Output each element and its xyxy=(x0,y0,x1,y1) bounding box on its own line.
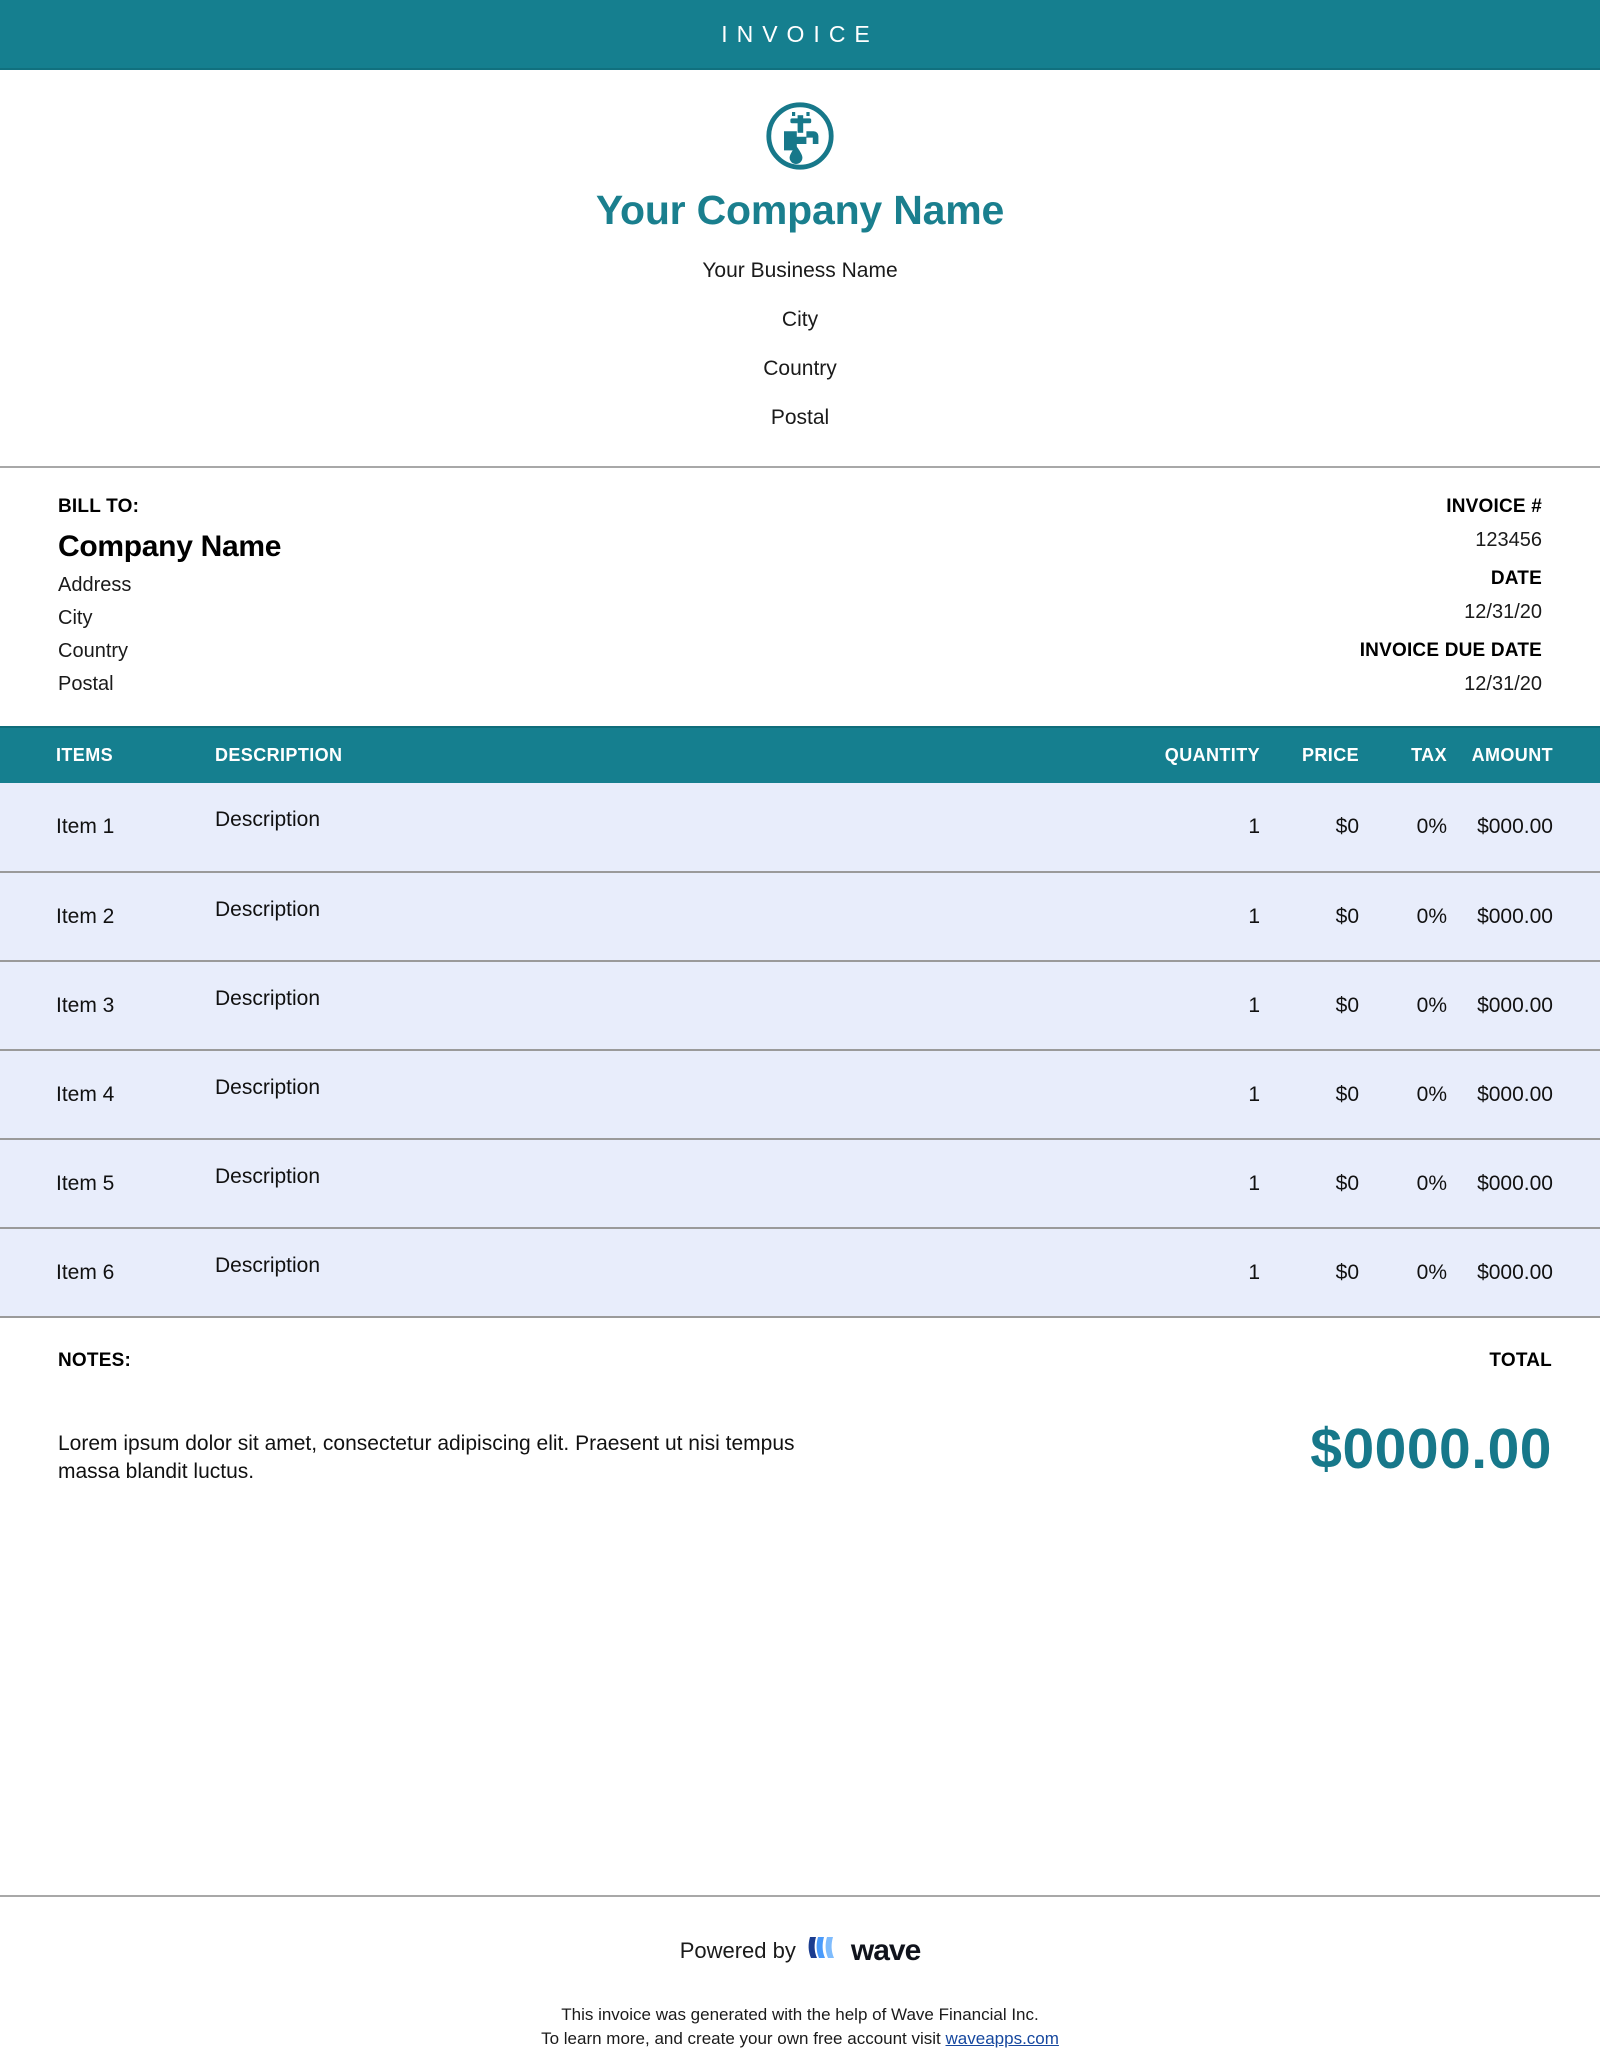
footer-legal-text: This invoice was generated with the help… xyxy=(0,2003,1600,2070)
page-title: INVOICE xyxy=(721,20,879,47)
wave-logo-icon xyxy=(807,1933,843,1969)
column-header-amount: AMOUNT xyxy=(1455,726,1600,783)
wave-logo: wave xyxy=(807,1933,921,1969)
item-amount-cell: $000.00 xyxy=(1477,993,1553,1017)
item-quantity-cell: 1 xyxy=(1248,993,1260,1017)
column-header-items: ITEMS xyxy=(0,726,200,783)
item-description-cell: Description xyxy=(215,1164,321,1188)
item-name-cell: Item 6 xyxy=(56,1260,115,1284)
bill-to-label: BILL TO: xyxy=(58,496,140,517)
faucet-in-circle-icon xyxy=(760,96,840,181)
notes-body: Lorem ipsum dolor sit amet, consectetur … xyxy=(58,1432,795,1484)
column-header-price: PRICE xyxy=(1260,726,1365,783)
total-block: TOTAL $0000.00 xyxy=(1310,1350,1552,1487)
invoice-items-table: ITEMS DESCRIPTION QUANTITY PRICE TAX AMO… xyxy=(0,726,1600,1318)
table-row: Item 3 Description 1 $0 0% $000.00 xyxy=(0,961,1600,1050)
item-quantity-cell: 1 xyxy=(1248,904,1260,928)
table-row: Item 4 Description 1 $0 0% $000.00 xyxy=(0,1050,1600,1139)
item-tax-cell: 0% xyxy=(1416,1260,1447,1284)
company-header: Your Company Name Your Business Name Cit… xyxy=(0,70,1600,468)
wave-wordmark: wave xyxy=(850,1933,921,1967)
invoice-date-label: DATE xyxy=(1490,568,1542,589)
invoice-number-label: INVOICE # xyxy=(1446,496,1542,517)
item-price-cell: $0 xyxy=(1335,1260,1359,1284)
notes-block: NOTES: Lorem ipsum dolor sit amet, conse… xyxy=(58,1350,818,1487)
item-amount-cell: $000.00 xyxy=(1477,1171,1553,1195)
bill-to-address: Address xyxy=(58,574,132,596)
notes-and-total: NOTES: Lorem ipsum dolor sit amet, conse… xyxy=(0,1318,1600,1487)
item-tax-cell: 0% xyxy=(1416,815,1447,838)
logo-wrap xyxy=(0,96,1600,181)
item-amount-cell: $000.00 xyxy=(1477,1082,1553,1106)
bill-to-postal: Postal xyxy=(58,673,114,695)
bill-to-and-invoice-meta: BILL TO: Company Name Address City Count… xyxy=(0,468,1600,696)
bill-to-block: BILL TO: Company Name Address City Count… xyxy=(58,496,281,696)
bill-to-city: City xyxy=(58,607,93,629)
item-quantity-cell: 1 xyxy=(1248,1171,1260,1195)
item-description-cell: Description xyxy=(215,986,321,1010)
item-price-cell: $0 xyxy=(1335,1171,1359,1195)
powered-by-label: Powered by xyxy=(679,1937,796,1963)
invoice-number-value: 123456 xyxy=(1475,529,1542,551)
item-tax-cell: 0% xyxy=(1416,1171,1447,1195)
waveapps-link[interactable]: waveapps.com xyxy=(946,2029,1059,2048)
column-header-tax: TAX xyxy=(1365,726,1455,783)
item-tax-cell: 0% xyxy=(1416,993,1447,1017)
company-business-name: Your Business Name xyxy=(702,259,898,282)
invoice-due-date-value: 12/31/20 xyxy=(1464,673,1542,695)
item-tax-cell: 0% xyxy=(1416,904,1447,928)
item-description-cell: Description xyxy=(215,1253,321,1277)
bill-to-country: Country xyxy=(58,640,129,662)
footer-legal-line-2: To learn more, and create your own free … xyxy=(0,2027,1600,2052)
item-price-cell: $0 xyxy=(1335,1082,1359,1106)
item-amount-cell: $000.00 xyxy=(1477,815,1553,838)
total-amount: $0000.00 xyxy=(1310,1417,1552,1481)
item-name-cell: Item 1 xyxy=(56,815,115,838)
invoice-meta-block: INVOICE # 123456 DATE 12/31/20 INVOICE D… xyxy=(1360,496,1542,696)
items-table-body: Item 1 Description 1 $0 0% $000.00 Item 2 Descr… xyxy=(0,783,1600,1317)
item-description-cell: Description xyxy=(215,1075,321,1099)
company-city: City xyxy=(781,308,819,331)
invoice-due-date-label: INVOICE DUE DATE xyxy=(1359,640,1542,661)
footer-legal-line-1: This invoice was generated with the help… xyxy=(561,2004,1039,2024)
total-label: TOTAL xyxy=(1489,1350,1552,1371)
item-tax-cell: 0% xyxy=(1416,1082,1447,1106)
item-price-cell: $0 xyxy=(1335,904,1359,928)
company-country: Country xyxy=(763,357,837,380)
powered-by-row: Powered by wave xyxy=(0,1933,1600,1969)
bill-to-company-name: Company Name xyxy=(58,530,282,563)
item-price-cell: $0 xyxy=(1335,815,1359,838)
column-header-quantity: QUANTITY xyxy=(1125,726,1260,783)
item-price-cell: $0 xyxy=(1335,993,1359,1017)
notes-label: NOTES: xyxy=(58,1350,131,1371)
table-row: Item 1 Description 1 $0 0% $000.00 xyxy=(0,783,1600,872)
item-name-cell: Item 3 xyxy=(56,993,115,1017)
items-table-header-row: ITEMS DESCRIPTION QUANTITY PRICE TAX AMO… xyxy=(0,726,1600,783)
table-row: Item 2 Description 1 $0 0% $000.00 xyxy=(0,872,1600,961)
column-header-description: DESCRIPTION xyxy=(200,726,1125,783)
footer-legal-line-2-prefix: To learn more, and create your own free … xyxy=(541,2029,946,2049)
item-name-cell: Item 5 xyxy=(56,1171,115,1195)
table-row: Item 6 Description 1 $0 0% $000.00 xyxy=(0,1228,1600,1317)
company-postal: Postal xyxy=(770,406,830,429)
item-name-cell: Item 2 xyxy=(56,904,115,928)
company-name: Your Company Name xyxy=(595,187,1005,233)
table-row: Item 5 Description 1 $0 0% $000.00 xyxy=(0,1139,1600,1228)
item-description-cell: Description xyxy=(215,897,321,921)
item-amount-cell: $000.00 xyxy=(1477,904,1553,928)
item-quantity-cell: 1 xyxy=(1248,1260,1260,1284)
invoice-date-value: 12/31/20 xyxy=(1464,601,1542,623)
item-name-cell: Item 4 xyxy=(56,1082,115,1106)
invoice-footer: Powered by wave This invoice was generat… xyxy=(0,1894,1600,2070)
item-quantity-cell: 1 xyxy=(1248,815,1260,838)
item-amount-cell: $000.00 xyxy=(1477,1260,1553,1284)
item-description-cell: Description xyxy=(215,808,321,831)
invoice-top-bar: INVOICE xyxy=(0,0,1600,70)
item-quantity-cell: 1 xyxy=(1248,1082,1260,1106)
items-table-head: ITEMS DESCRIPTION QUANTITY PRICE TAX AMO… xyxy=(0,726,1600,783)
